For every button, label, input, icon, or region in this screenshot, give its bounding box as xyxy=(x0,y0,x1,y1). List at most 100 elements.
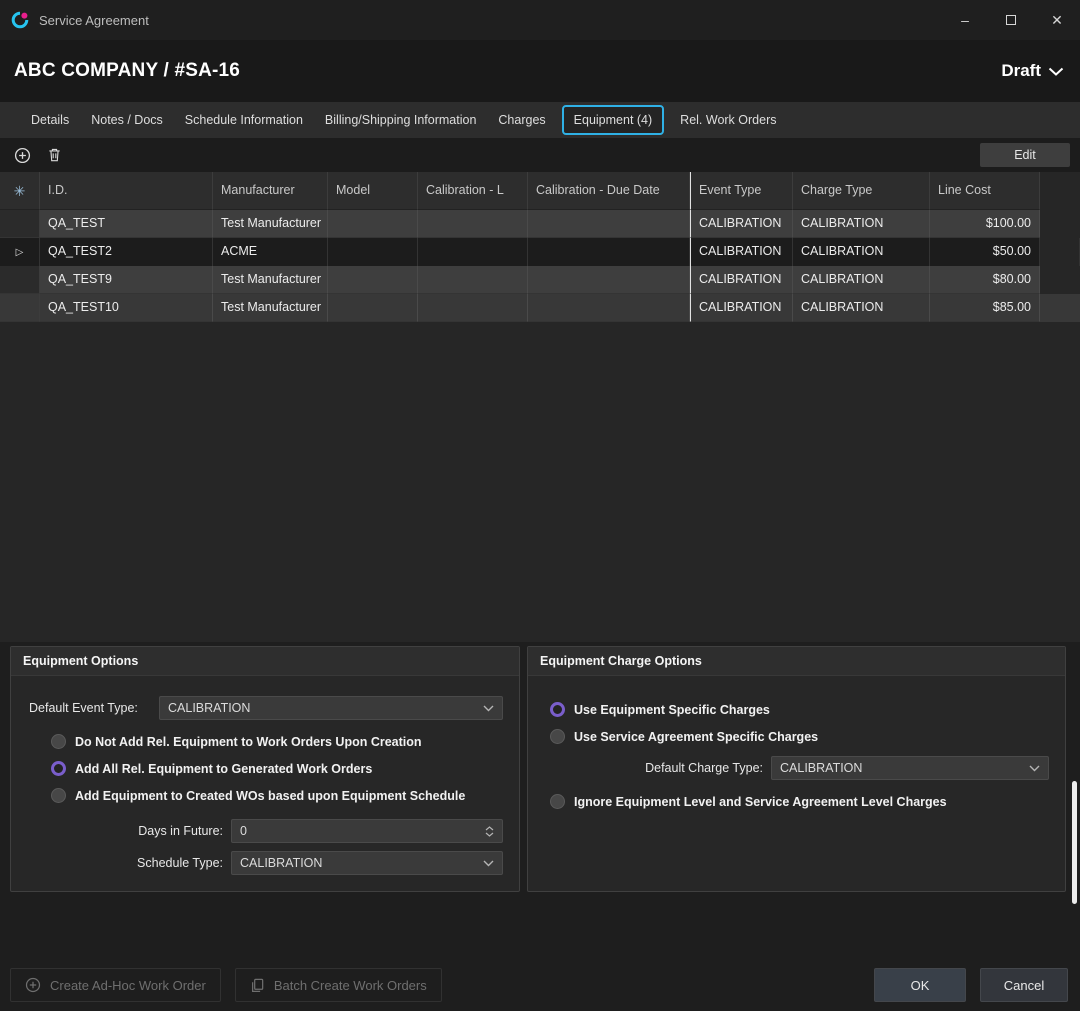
radio-ignore-equipment-and-agreement-charges[interactable]: Ignore Equipment Level and Service Agree… xyxy=(550,788,1049,815)
equipment-options-title: Equipment Options xyxy=(11,647,519,676)
delete-row-icon[interactable] xyxy=(47,147,62,163)
cell-manufacturer[interactable]: ACME xyxy=(213,238,328,266)
cell-model[interactable] xyxy=(328,210,418,238)
column-header-line-cost[interactable]: Line Cost xyxy=(930,172,1040,210)
column-header-charge-type[interactable]: Charge Type xyxy=(793,172,930,210)
cell-charge-type[interactable]: CALIBRATION xyxy=(793,294,930,322)
title-bar: Service Agreement – ✕ xyxy=(0,0,1080,40)
days-in-future-stepper[interactable]: 0 xyxy=(231,819,503,843)
cell-charge-type[interactable]: CALIBRATION xyxy=(793,210,930,238)
table-row-selected[interactable]: ▷ QA_TEST2 ACME CALIBRATION CALIBRATION … xyxy=(0,238,1080,266)
tab-charges[interactable]: Charges xyxy=(487,102,556,138)
cell-calibration-l[interactable] xyxy=(418,210,528,238)
radio-add-equipment-by-schedule[interactable]: Add Equipment to Created WOs based upon … xyxy=(51,782,503,809)
grid-empty-area xyxy=(0,322,1080,642)
cell-id[interactable]: QA_TEST2 xyxy=(40,238,213,266)
cell-line-cost[interactable]: $80.00 xyxy=(930,266,1040,294)
cell-manufacturer[interactable]: Test Manufacturer xyxy=(213,210,328,238)
tab-rel-work-orders[interactable]: Rel. Work Orders xyxy=(669,102,787,138)
scrollbar-thumb[interactable] xyxy=(1072,781,1077,904)
chevron-down-icon xyxy=(485,832,494,837)
cell-manufacturer[interactable]: Test Manufacturer xyxy=(213,294,328,322)
default-charge-type-label: Default Charge Type: xyxy=(546,761,771,775)
cell-calibration-l[interactable] xyxy=(418,266,528,294)
default-event-type-dropdown[interactable]: CALIBRATION xyxy=(159,696,503,720)
cell-event-type[interactable]: CALIBRATION xyxy=(690,294,793,322)
cell-event-type[interactable]: CALIBRATION xyxy=(690,238,793,266)
cell-calibration-due[interactable] xyxy=(528,294,690,322)
minimize-button[interactable]: – xyxy=(942,0,988,40)
customize-columns-button[interactable]: ✳ xyxy=(0,172,40,210)
edit-button[interactable]: Edit xyxy=(980,143,1070,167)
radio-use-service-agreement-charges[interactable]: Use Service Agreement Specific Charges xyxy=(550,723,1049,750)
tab-billing-shipping-information[interactable]: Billing/Shipping Information xyxy=(314,102,487,138)
column-header-id[interactable]: I.D. xyxy=(40,172,213,210)
table-row[interactable]: QA_TEST10 Test Manufacturer CALIBRATION … xyxy=(0,294,1080,322)
tab-equipment[interactable]: Equipment (4) xyxy=(562,105,665,135)
cancel-button[interactable]: Cancel xyxy=(980,968,1068,1002)
window-controls: – ✕ xyxy=(942,0,1080,40)
tab-schedule-information[interactable]: Schedule Information xyxy=(174,102,314,138)
cell-calibration-due[interactable] xyxy=(528,238,690,266)
cell-id[interactable]: QA_TEST10 xyxy=(40,294,213,322)
cell-line-cost[interactable]: $50.00 xyxy=(930,238,1040,266)
radio-do-not-add-equipment[interactable]: Do Not Add Rel. Equipment to Work Orders… xyxy=(51,728,503,755)
radio-button-icon xyxy=(51,761,66,776)
tab-notes-docs[interactable]: Notes / Docs xyxy=(80,102,174,138)
cell-charge-type[interactable]: CALIBRATION xyxy=(793,238,930,266)
equipment-charge-options-title: Equipment Charge Options xyxy=(528,647,1065,676)
cell-calibration-due[interactable] xyxy=(528,266,690,294)
row-filler xyxy=(1040,294,1080,322)
row-indicator xyxy=(0,266,40,294)
create-adhoc-work-order-button[interactable]: Create Ad-Hoc Work Order xyxy=(10,968,221,1002)
batch-create-work-orders-button[interactable]: Batch Create Work Orders xyxy=(235,968,442,1002)
equipment-grid: ✳ I.D. Manufacturer Model Calibration - … xyxy=(0,172,1080,642)
default-charge-type-value: CALIBRATION xyxy=(780,761,862,775)
row-indicator xyxy=(0,294,40,322)
cell-id[interactable]: QA_TEST xyxy=(40,210,213,238)
cell-line-cost[interactable]: $85.00 xyxy=(930,294,1040,322)
add-row-icon[interactable] xyxy=(14,147,31,164)
cell-line-cost[interactable]: $100.00 xyxy=(930,210,1040,238)
cell-calibration-due[interactable] xyxy=(528,210,690,238)
column-header-event-type[interactable]: Event Type xyxy=(690,172,793,210)
cell-model[interactable] xyxy=(328,238,418,266)
grid-header-row: ✳ I.D. Manufacturer Model Calibration - … xyxy=(0,172,1080,210)
app-logo-icon xyxy=(10,10,30,30)
selected-row-marker-icon: ▷ xyxy=(0,238,40,266)
grid-toolbar: Edit xyxy=(0,138,1080,172)
footer-bar: Create Ad-Hoc Work Order Batch Create Wo… xyxy=(0,968,1080,1011)
column-header-calibration-due[interactable]: Calibration - Due Date xyxy=(528,172,690,210)
maximize-button[interactable] xyxy=(988,0,1034,40)
radio-button-icon xyxy=(550,794,565,809)
circle-plus-icon xyxy=(25,977,41,993)
status-dropdown[interactable]: Draft xyxy=(1001,61,1064,81)
column-header-calibration-l[interactable]: Calibration - L xyxy=(418,172,528,210)
equipment-options-panel: Equipment Options Default Event Type: CA… xyxy=(10,646,520,892)
cell-event-type[interactable]: CALIBRATION xyxy=(690,210,793,238)
batch-documents-icon xyxy=(250,978,265,993)
cell-calibration-l[interactable] xyxy=(418,238,528,266)
radio-use-equipment-specific-charges[interactable]: Use Equipment Specific Charges xyxy=(550,696,1049,723)
table-row[interactable]: QA_TEST9 Test Manufacturer CALIBRATION C… xyxy=(0,266,1080,294)
column-header-manufacturer[interactable]: Manufacturer xyxy=(213,172,328,210)
cell-charge-type[interactable]: CALIBRATION xyxy=(793,266,930,294)
cell-calibration-l[interactable] xyxy=(418,294,528,322)
default-charge-type-dropdown[interactable]: CALIBRATION xyxy=(771,756,1049,780)
radio-add-all-equipment[interactable]: Add All Rel. Equipment to Generated Work… xyxy=(51,755,503,782)
cell-event-type[interactable]: CALIBRATION xyxy=(690,266,793,294)
tab-details[interactable]: Details xyxy=(20,102,80,138)
stepper-buttons[interactable] xyxy=(485,826,494,837)
close-button[interactable]: ✕ xyxy=(1034,0,1080,40)
cell-model[interactable] xyxy=(328,266,418,294)
cell-model[interactable] xyxy=(328,294,418,322)
customize-columns-icon: ✳ xyxy=(14,184,26,198)
column-header-model[interactable]: Model xyxy=(328,172,418,210)
table-row[interactable]: QA_TEST Test Manufacturer CALIBRATION CA… xyxy=(0,210,1080,238)
ok-button[interactable]: OK xyxy=(874,968,966,1002)
cell-manufacturer[interactable]: Test Manufacturer xyxy=(213,266,328,294)
chevron-down-icon xyxy=(1029,765,1040,772)
chevron-down-icon xyxy=(1048,67,1064,76)
schedule-type-dropdown[interactable]: CALIBRATION xyxy=(231,851,503,875)
cell-id[interactable]: QA_TEST9 xyxy=(40,266,213,294)
